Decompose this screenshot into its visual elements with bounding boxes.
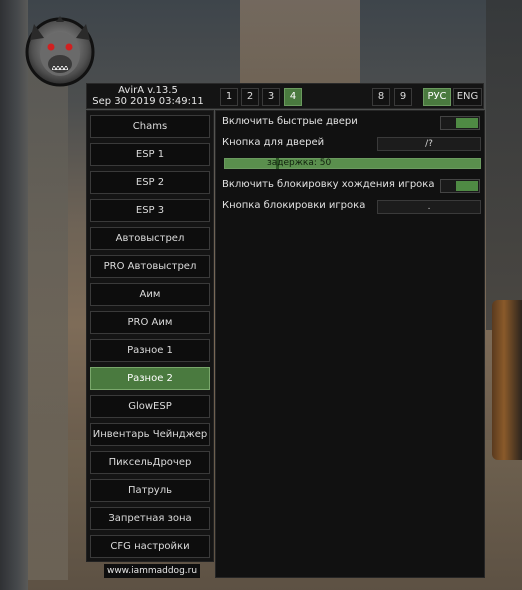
fast-doors-label: Включить быстрые двери: [222, 116, 358, 127]
sidebar-item-glowesp[interactable]: GlowESP: [90, 395, 210, 418]
fast-doors-toggle[interactable]: [440, 116, 480, 130]
sidebar-item-misc1[interactable]: Разное 1: [90, 339, 210, 362]
sidebar-item-misc2[interactable]: Разное 2: [90, 367, 210, 390]
toggle-knob: [456, 181, 478, 191]
background-wall-shadow: [28, 60, 68, 580]
sidebar-item-pro-aim[interactable]: PRO Аим: [90, 311, 210, 334]
background-weapon: [492, 300, 522, 460]
datetime-label: Sep 30 2019 03:49:11: [92, 96, 204, 107]
door-key-field[interactable]: /?: [377, 137, 481, 151]
sidebar-item-esp3[interactable]: ESP 3: [90, 199, 210, 222]
tab-4[interactable]: 4: [284, 88, 302, 106]
tab-2[interactable]: 2: [241, 88, 259, 106]
dog-logo-icon: [25, 16, 95, 87]
block-key-label: Кнопка блокировки игрока: [222, 200, 366, 211]
sidebar-item-forbidden-zone[interactable]: Запретная зона: [90, 507, 210, 530]
toggle-knob: [456, 118, 478, 128]
sidebar-item-esp2[interactable]: ESP 2: [90, 171, 210, 194]
delay-slider[interactable]: задержка: 50: [224, 158, 481, 169]
block-walk-toggle[interactable]: [440, 179, 480, 193]
tab-3[interactable]: 3: [262, 88, 280, 106]
sidebar: Chams ESP 1 ESP 2 ESP 3 Автовыстрел PRO …: [86, 110, 214, 562]
sidebar-item-chams[interactable]: Chams: [90, 115, 210, 138]
background-building: [240, 0, 360, 90]
language-en-button[interactable]: ENG: [453, 88, 482, 106]
sidebar-item-inventory-changer[interactable]: Инвентарь Чейнджер: [90, 423, 210, 446]
delay-label: задержка: 50: [267, 158, 332, 168]
version-info: AvirA v.13.5 Sep 30 2019 03:49:11: [87, 85, 209, 107]
background-player: [486, 0, 522, 330]
door-key-label: Кнопка для дверей: [222, 137, 325, 148]
language-ru-button[interactable]: РУС: [423, 88, 451, 106]
sidebar-item-aim[interactable]: Аим: [90, 283, 210, 306]
sidebar-item-pixel[interactable]: ПиксельДрочер: [90, 451, 210, 474]
tab-9[interactable]: 9: [394, 88, 412, 106]
version-label: AvirA v.13.5: [118, 85, 178, 96]
sidebar-item-esp1[interactable]: ESP 1: [90, 143, 210, 166]
sidebar-item-autoshot[interactable]: Автовыстрел: [90, 227, 210, 250]
block-key-field[interactable]: .: [377, 200, 481, 214]
settings-panel: Включить быстрые двери Кнопка для дверей…: [215, 110, 485, 578]
sidebar-item-patrol[interactable]: Патруль: [90, 479, 210, 502]
tab-8[interactable]: 8: [372, 88, 390, 106]
header-bar: AvirA v.13.5 Sep 30 2019 03:49:11 1 2 3 …: [86, 83, 484, 109]
background-wall: [0, 0, 28, 590]
tab-1[interactable]: 1: [220, 88, 238, 106]
sidebar-item-pro-autoshot[interactable]: PRO Автовыстрел: [90, 255, 210, 278]
block-walk-label: Включить блокировку хождения игрока: [222, 179, 435, 190]
sidebar-item-cfg[interactable]: CFG настройки: [90, 535, 210, 558]
website-link: www.iammaddog.ru: [104, 564, 200, 578]
